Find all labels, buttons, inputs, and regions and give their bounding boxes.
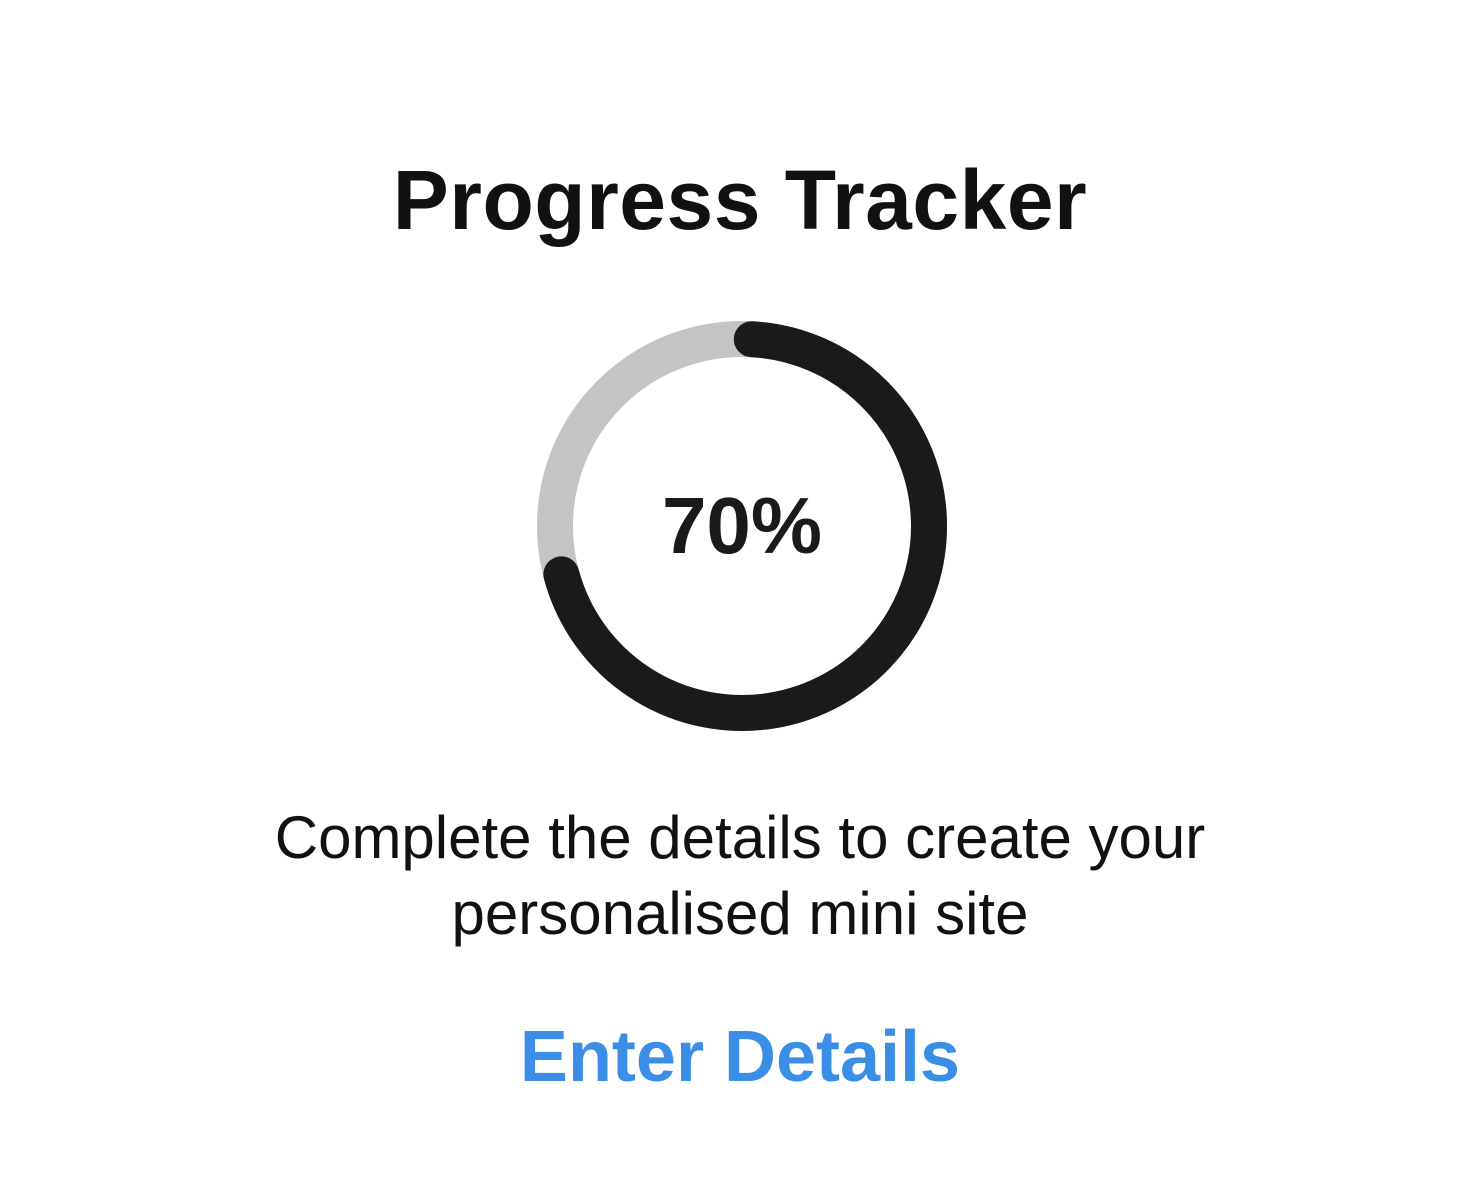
progress-ring: 70%: [536, 320, 948, 732]
page-title: Progress Tracker: [392, 153, 1088, 247]
progress-card: Progress Tracker 70% Complete the detail…: [0, 0, 1480, 1200]
cta-container: Enter Details: [0, 1012, 1480, 1102]
enter-details-button[interactable]: Enter Details: [510, 1012, 970, 1102]
progress-percent: 70%: [661, 481, 823, 570]
progress-description: Complete the details to create your pers…: [274, 804, 1206, 947]
